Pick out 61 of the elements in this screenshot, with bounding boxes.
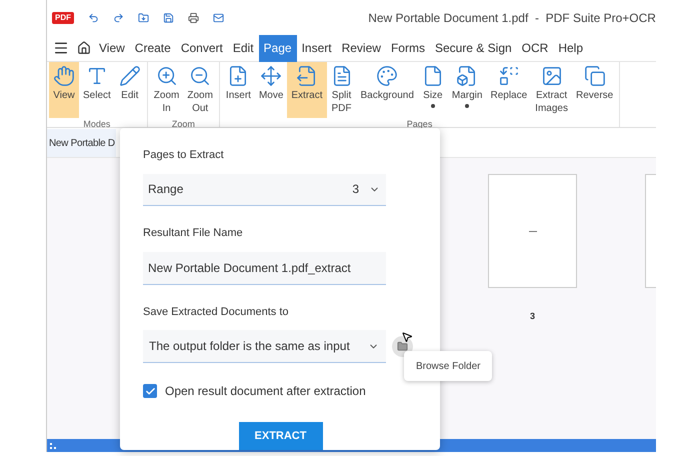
- zoom-out-icon: [189, 65, 212, 87]
- ribbon-button[interactable]: Extract Images: [531, 62, 572, 118]
- field-label: Pages to Extract: [143, 148, 225, 163]
- ribbon-button[interactable]: Split PDF: [326, 62, 357, 118]
- field-label: Resultant File Name: [143, 226, 244, 242]
- page-content-mark: [528, 230, 536, 232]
- menu-icon[interactable]: [53, 40, 69, 56]
- copy-pages-icon: [584, 65, 606, 87]
- ribbon-button[interactable]: Move: [254, 62, 288, 118]
- ribbon-button[interactable]: Edit: [114, 62, 145, 118]
- ribbon-button[interactable]: Margin: [448, 62, 486, 118]
- ribbon-button[interactable]: Extract: [287, 62, 327, 118]
- ribbon-button[interactable]: Insert: [222, 62, 255, 118]
- menu-tab[interactable]: OCR: [516, 34, 554, 62]
- field-label: Save Extracted Documents to: [143, 304, 290, 320]
- checkbox[interactable]: [143, 384, 157, 398]
- ribbon-button[interactable]: Zoom In: [150, 62, 184, 118]
- document-tab[interactable]: New Portable D: [47, 129, 116, 157]
- checkbox-label: Open result document after extraction: [165, 383, 366, 400]
- menu-tab[interactable]: Create: [130, 34, 176, 62]
- app-logo: PDF: [52, 12, 74, 24]
- output-folder-select[interactable]: The output folder is the same as input: [143, 330, 386, 364]
- menu-tab[interactable]: Page: [258, 34, 297, 62]
- ribbon-button[interactable]: Select: [79, 62, 115, 118]
- ribbon-group-label: Pages: [406, 118, 434, 131]
- replace-icon: [498, 65, 520, 87]
- menu-tab[interactable]: Secure & Sign: [430, 34, 517, 62]
- menu-tab[interactable]: Edit: [228, 34, 259, 62]
- hand-icon: [53, 65, 75, 87]
- ribbon-button[interactable]: Zoom Out: [183, 62, 217, 118]
- grip-icon: [50, 442, 56, 448]
- menu-tab[interactable]: Convert: [176, 34, 228, 62]
- image-icon: [540, 65, 563, 87]
- ribbon-button[interactable]: Reverse: [572, 62, 618, 118]
- checkmark-icon: [144, 386, 156, 397]
- home-icon[interactable]: [77, 41, 91, 55]
- file-name-field[interactable]: New Portable Document 1.pdf_extract: [143, 252, 386, 285]
- page-thumbnail[interactable]: [488, 174, 577, 288]
- ribbon-button[interactable]: Size: [418, 62, 448, 118]
- extract-button[interactable]: EXTRACT: [238, 422, 322, 450]
- ribbon-group-label: Modes: [82, 118, 112, 131]
- window-title: New Portable Document 1.pdf - PDF Suite Pro+OCR: [368, 10, 656, 26]
- ribbon-group-label: Zoom: [170, 118, 196, 131]
- pages-icon: [296, 65, 318, 87]
- page-number: 3: [530, 310, 535, 323]
- move-arrows-icon: [260, 65, 282, 87]
- mouse-pointer-icon: [401, 331, 413, 343]
- ribbon-button[interactable]: View: [49, 62, 79, 118]
- ribbon-button[interactable]: Background: [356, 62, 418, 118]
- menu-tab[interactable]: Forms: [386, 34, 430, 62]
- folder-icon: [397, 341, 408, 352]
- ribbon-button[interactable]: Replace: [486, 62, 532, 118]
- menu-tab[interactable]: Help: [553, 34, 588, 62]
- pencil-icon: [118, 65, 141, 87]
- palette-icon: [376, 65, 398, 87]
- menu-tab[interactable]: Review: [336, 34, 386, 62]
- menu-tab[interactable]: Insert: [296, 34, 337, 62]
- tooltip: Browse Folder: [404, 351, 492, 381]
- pages-select[interactable]: Range 3: [143, 174, 386, 206]
- zoom-in-icon: [156, 65, 178, 87]
- menu-tab[interactable]: View: [94, 34, 130, 62]
